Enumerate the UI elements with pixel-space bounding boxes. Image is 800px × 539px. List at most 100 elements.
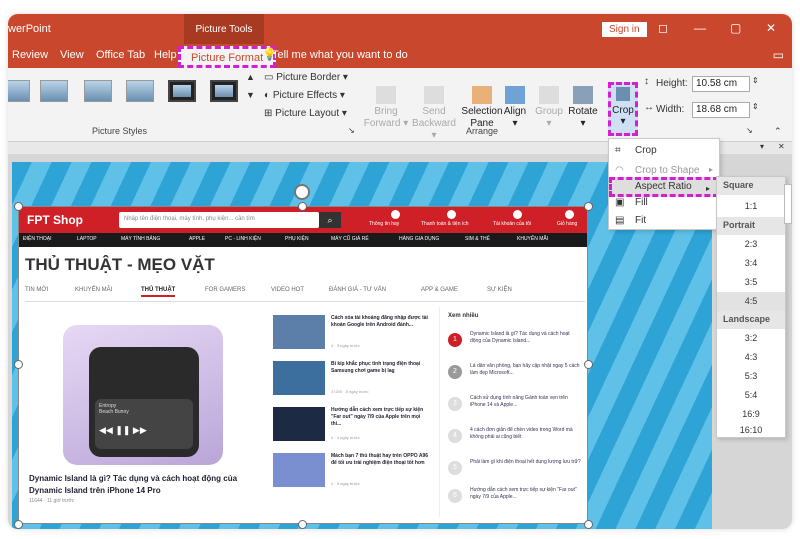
gallery-scroll-up-icon[interactable]: ▲: [246, 72, 255, 82]
picture-style-thumb[interactable]: [126, 80, 154, 102]
tab-help[interactable]: Help: [154, 49, 177, 61]
menu-item-crop[interactable]: ⌗ Crop: [609, 141, 719, 161]
group-button[interactable]: Group ▾: [532, 86, 566, 130]
menu-item-fit[interactable]: ▤ Fit: [609, 211, 719, 231]
picture-style-thumb[interactable]: [210, 80, 238, 102]
selected-picture[interactable]: FPT Shop Nhập tên điện thoại, máy tính, …: [18, 206, 588, 524]
menu-item-fill[interactable]: ▣ Fill: [609, 193, 719, 213]
shape-icon: ◠: [615, 165, 624, 176]
article-title: Cách xóa tài khoảng đăng nhập được tài k…: [331, 315, 428, 328]
cart-icon: [565, 210, 574, 219]
gallery-more-icon[interactable]: ▼: [246, 90, 255, 100]
ribbon: ▲ ▼ Picture Styles ▭ Picture Border ▾ ◐ …: [8, 68, 792, 142]
menu-item-aspect-ratio-label: Aspect Ratio: [635, 181, 692, 192]
resize-handle-top[interactable]: [298, 202, 307, 211]
tab-view[interactable]: View: [60, 49, 84, 61]
crop-button[interactable]: Crop ▾: [608, 82, 638, 136]
resize-handle-bottom[interactable]: [298, 520, 307, 529]
title-bar: werPoint Picture Tools Sign in ◻ — ▢ ✕: [8, 14, 792, 44]
rotate-handle[interactable]: [294, 184, 310, 200]
collapse-ribbon-icon[interactable]: ⌃: [774, 126, 782, 137]
width-spinner[interactable]: ⇕: [752, 102, 759, 111]
pane-close-icon[interactable]: ✕: [778, 142, 785, 151]
site-nav-item: MÁY CŨ GIÁ RẺ: [331, 236, 369, 242]
selection-pane-icon: [472, 86, 492, 104]
resize-handle-top-right[interactable]: [584, 202, 593, 211]
height-spinner[interactable]: ⇕: [752, 76, 759, 85]
submenu-arrow-icon: ▸: [708, 165, 713, 174]
article-meta: 47200 · 8 ngày trước: [331, 389, 369, 394]
bring-forward-label-2: Forward: [363, 118, 401, 129]
maximize-icon[interactable]: ▢: [730, 21, 741, 35]
send-backward-label: Send: [422, 106, 446, 117]
tell-me-search[interactable]: Tell me what you want to do: [272, 49, 408, 61]
bring-forward-button[interactable]: Bring Forward ▾: [362, 86, 410, 130]
ratio-option-4-3[interactable]: 4:3: [717, 348, 785, 367]
ratio-option-5-3[interactable]: 5:3: [717, 367, 785, 386]
site-tab: FOR GAMERS: [205, 287, 246, 293]
picture-border-button[interactable]: ▭ Picture Border ▾: [264, 72, 348, 83]
ratio-option-2-3[interactable]: 2:3: [717, 235, 785, 254]
ratio-option-3-4[interactable]: 3:4: [717, 254, 785, 273]
picture-style-thumb[interactable]: [40, 80, 68, 102]
main-article-meta: 11644 · 11 giờ trước: [29, 498, 75, 504]
menu-item-crop-label: Crop: [635, 145, 657, 156]
ratio-option-16-10[interactable]: 16:10: [717, 421, 785, 440]
rotate-button[interactable]: Rotate ▾: [564, 86, 602, 130]
most-viewed-item: 3 Cách sử dụng tính năng Gánh toàn vẹn t…: [448, 395, 584, 421]
ribbon-display-options-icon[interactable]: ◻: [658, 21, 668, 35]
ratio-option-4-5[interactable]: 4:5: [717, 292, 785, 311]
ratio-option-1-1[interactable]: 1:1: [717, 197, 785, 216]
article-item: Hướng dẫn cách xem trực tiếp sự kiện "Fa…: [273, 407, 433, 447]
ratio-option-3-2[interactable]: 3:2: [717, 329, 785, 348]
most-viewed-item: 5 Phải làm gì khi điện thoại hết dung lư…: [448, 459, 584, 485]
ratio-option-3-5[interactable]: 3:5: [717, 273, 785, 292]
size-dialog-launcher-icon[interactable]: ↘: [746, 126, 753, 135]
resize-handle-left[interactable]: [14, 360, 23, 369]
most-viewed-title-text: Phải làm gì khi điện thoại hết dung lượn…: [470, 459, 581, 465]
sign-in-button[interactable]: Sign in: [602, 22, 647, 37]
article-meta: 4 · 4 ngày trước: [331, 435, 360, 440]
article-thumb: [273, 453, 325, 487]
resize-handle-top-left[interactable]: [14, 202, 23, 211]
pane-dropdown-icon[interactable]: ▾: [760, 142, 764, 151]
selection-pane-label: Selection: [461, 106, 503, 117]
picture-style-thumb[interactable]: [84, 80, 112, 102]
site-logo: FPT Shop: [27, 213, 83, 227]
vertical-scrollbar[interactable]: [784, 184, 792, 224]
close-icon[interactable]: ✕: [766, 21, 776, 35]
resize-handle-bottom-right[interactable]: [584, 520, 593, 529]
site-nav-item: HÀNG GIA DỤNG: [399, 236, 440, 242]
height-input[interactable]: 10.58 cm: [692, 76, 750, 92]
dialog-launcher-icon[interactable]: ↘: [348, 126, 355, 135]
site-tab: APP & GAME: [421, 287, 458, 293]
tab-review[interactable]: Review: [12, 49, 48, 61]
send-backward-button[interactable]: Send Backward ▾: [410, 86, 458, 142]
minimize-icon[interactable]: —: [694, 21, 706, 35]
align-label: Align: [503, 106, 527, 117]
ribbon-tabs: Review View Office Tab Help Picture Form…: [8, 44, 792, 68]
most-viewed-title-text: Hướng dẫn cách xem trực tiếp sự kiện "Fa…: [470, 487, 577, 500]
picture-effects-label: Picture Effects: [272, 90, 338, 101]
picture-style-thumb[interactable]: [168, 80, 196, 102]
picture-effects-button[interactable]: ◐ Picture Effects ▾: [264, 90, 345, 101]
search-icon: ⌕: [319, 212, 341, 228]
site-nav-item: KHUYẾN MÃI: [517, 236, 549, 242]
align-button[interactable]: Align ▾: [498, 86, 532, 130]
account-icon: [513, 210, 522, 219]
rank-badge: 3: [448, 397, 462, 411]
resize-handle-right[interactable]: [584, 360, 593, 369]
comment-icon[interactable]: ▭: [773, 48, 784, 62]
powerpoint-window: werPoint Picture Tools Sign in ◻ — ▢ ✕ R…: [8, 14, 792, 529]
picture-style-thumb[interactable]: [8, 80, 30, 102]
article-meta: 4 · 5 ngày trước: [331, 481, 360, 486]
article-meta: 4 · 3 ngày trước: [331, 343, 360, 348]
ratio-option-5-4[interactable]: 5:4: [717, 386, 785, 405]
most-viewed-title-text: Cách sử dụng tính năng Gánh toàn vẹn trê…: [470, 395, 568, 408]
picture-layout-button[interactable]: ⊞ Picture Layout ▾: [264, 108, 347, 119]
width-input[interactable]: 18.68 cm: [692, 102, 750, 118]
slide-canvas[interactable]: FPT Shop Nhập tên điện thoại, máy tính, …: [12, 162, 712, 529]
resize-handle-bottom-left[interactable]: [14, 520, 23, 529]
tab-office-tab[interactable]: Office Tab: [96, 49, 145, 61]
crop-icon: ⌗: [615, 145, 621, 156]
